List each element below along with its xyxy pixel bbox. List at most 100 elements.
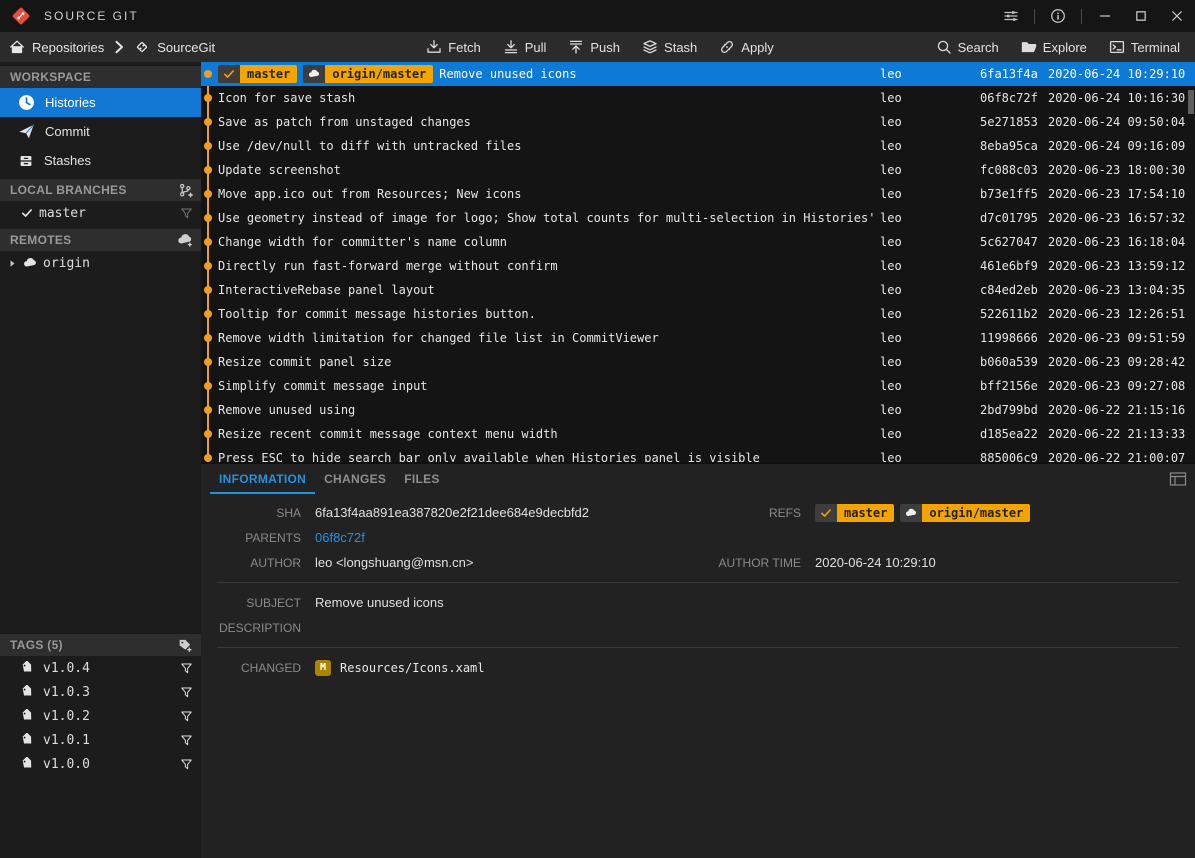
push-button[interactable]: Push [557, 32, 631, 62]
commit-author: leo [880, 115, 902, 129]
explore-button[interactable]: Explore [1010, 32, 1098, 62]
filter-icon[interactable] [180, 734, 193, 747]
commit-row[interactable]: master origin/master Remove unused icons le… [201, 62, 1195, 86]
commit-sha: b73e1ff5 [980, 187, 1038, 201]
stash-button[interactable]: Stash [631, 32, 708, 62]
titlebar-controls [993, 0, 1195, 32]
parents-row: PARENTS 06f8c72f [201, 525, 1195, 550]
commit-sha: 5e271853 [980, 115, 1038, 129]
commit-time: 2020-06-22 21:13:33 [1048, 427, 1186, 441]
tab-files[interactable]: FILES [395, 464, 449, 494]
about-button[interactable] [1040, 0, 1076, 32]
scrollbar-thumb[interactable] [1188, 90, 1194, 114]
commit-row[interactable]: Remove width limitation for changed file… [201, 326, 1195, 350]
stashes-label: Stashes [44, 153, 91, 168]
changed-files: M Resources/Icons.xaml [315, 659, 1195, 676]
search-icon [936, 39, 952, 55]
commit-time: 2020-06-24 10:16:30 [1048, 91, 1186, 105]
maximize-button[interactable] [1123, 0, 1159, 32]
sidebar-item-stashes[interactable]: Stashes [0, 146, 201, 175]
changed-file-path[interactable]: Resources/Icons.xaml [340, 661, 485, 675]
commit-time: 2020-06-23 16:57:32 [1048, 211, 1186, 225]
sidebar-item-commit[interactable]: Commit [0, 117, 201, 146]
layout-icon[interactable] [1169, 471, 1187, 487]
commit-subject: Resize recent commit message context men… [218, 427, 558, 441]
commit-row[interactable]: Use /dev/null to diff with untracked fil… [201, 134, 1195, 158]
tab-information[interactable]: INFORMATION [210, 464, 315, 494]
close-button[interactable] [1159, 0, 1195, 32]
stash-icon [642, 39, 658, 55]
tag-row-v1.0.2[interactable]: v1.0.2 [0, 704, 201, 728]
apply-icon [719, 39, 735, 55]
commit-subject: Press ESC to hide search bar only availa… [218, 451, 760, 462]
commit-sha: 6fa13f4a [980, 67, 1038, 81]
commit-row[interactable]: Icon for save stash leo 06f8c72f 2020-06-24… [201, 86, 1195, 110]
commit-row[interactable]: Tooltip for commit message histories but… [201, 302, 1195, 326]
commit-author: leo [880, 283, 902, 297]
subject-label: SUBJECT [246, 595, 301, 610]
branch-add-icon[interactable] [178, 183, 193, 198]
remotes-label: REMOTES [10, 233, 72, 247]
preferences-button[interactable] [993, 0, 1029, 32]
cloud-add-icon[interactable] [177, 232, 193, 248]
parent-sha-link[interactable]: 06f8c72f [315, 530, 365, 545]
commit-row[interactable]: Save as patch from unstaged changes leo 5e… [201, 110, 1195, 134]
commit-subject: Simplify commit message input [218, 379, 428, 393]
commit-subject: Remove unused icons [439, 67, 577, 81]
commit-sha: c84ed2eb [980, 283, 1038, 297]
terminal-icon [1109, 39, 1125, 55]
commit-row[interactable]: Update screenshot leo fc088c03 2020-06-23 1… [201, 158, 1195, 182]
commit-row[interactable]: InteractiveRebase panel layout leo c84ed2e… [201, 278, 1195, 302]
commit-row[interactable]: Resize commit panel size leo b060a539 2020-… [201, 350, 1195, 374]
commit-row[interactable]: Simplify commit message input leo bff2156e… [201, 374, 1195, 398]
tag-name: v1.0.0 [43, 756, 90, 772]
breadcrumb-repositories[interactable]: Repositories [32, 40, 104, 55]
commit-row[interactable]: Move app.ico out from Resources; New ico… [201, 182, 1195, 206]
sidebar-item-histories[interactable]: Histories [0, 88, 201, 117]
commit-subject: Directly run fast-forward merge without … [218, 259, 558, 273]
commit-graph-dot [204, 310, 212, 318]
workspace-header-label: WORKSPACE [10, 70, 92, 84]
search-button[interactable]: Search [925, 32, 1010, 62]
branch-row-master[interactable]: master [0, 201, 201, 225]
commit-subject: Save as patch from unstaged changes [218, 115, 471, 129]
commit-time: 2020-06-23 16:18:04 [1048, 235, 1186, 249]
commit-subject: Change width for committer's name column [218, 235, 507, 249]
history-scrollbar[interactable] [1187, 62, 1195, 462]
breadcrumb-repo-name[interactable]: SourceGit [157, 40, 215, 55]
tag-row-v1.0.4[interactable]: v1.0.4 [0, 656, 201, 680]
tag-row-v1.0.3[interactable]: v1.0.3 [0, 680, 201, 704]
filter-icon[interactable] [180, 662, 193, 675]
commit-row[interactable]: Press ESC to hide search bar only availa… [201, 446, 1195, 462]
tag-row-v1.0.0[interactable]: v1.0.0 [0, 752, 201, 776]
fetch-button[interactable]: Fetch [415, 32, 492, 62]
filter-icon[interactable] [180, 686, 193, 699]
caret-right-icon[interactable] [8, 259, 17, 268]
tag-row-v1.0.1[interactable]: v1.0.1 [0, 728, 201, 752]
terminal-button[interactable]: Terminal [1098, 32, 1191, 62]
commit-author: leo [880, 91, 902, 105]
commit-row[interactable]: Remove unused using leo 2bd799bd 2020-06-22… [201, 398, 1195, 422]
filter-icon[interactable] [180, 207, 193, 220]
pull-button[interactable]: Pull [492, 32, 558, 62]
commit-subject: InteractiveRebase panel layout [218, 283, 435, 297]
remote-row-origin[interactable]: origin [0, 251, 201, 275]
remotes-header: REMOTES [0, 229, 201, 251]
cloud-icon [303, 65, 326, 83]
detail-tabs: INFORMATION CHANGES FILES [201, 464, 1195, 494]
commit-row[interactable]: Directly run fast-forward merge without … [201, 254, 1195, 278]
commit-row[interactable]: Resize recent commit message context men… [201, 422, 1195, 446]
commit-row[interactable]: Use geometry instead of image for logo; … [201, 206, 1195, 230]
repo-logo-icon [134, 39, 150, 55]
apply-button[interactable]: Apply [708, 32, 785, 62]
filter-icon[interactable] [180, 710, 193, 723]
commit-subject: Resize commit panel size [218, 355, 392, 369]
commit-row[interactable]: Change width for committer's name column… [201, 230, 1195, 254]
tag-add-icon[interactable] [178, 638, 193, 653]
tab-changes[interactable]: CHANGES [315, 464, 395, 494]
check-icon [21, 207, 33, 219]
toolbar-actions: Fetch Pull Push Stash Apply [415, 32, 785, 62]
filter-icon[interactable] [180, 758, 193, 771]
tag-name: v1.0.4 [43, 660, 90, 676]
minimize-button[interactable] [1087, 0, 1123, 32]
